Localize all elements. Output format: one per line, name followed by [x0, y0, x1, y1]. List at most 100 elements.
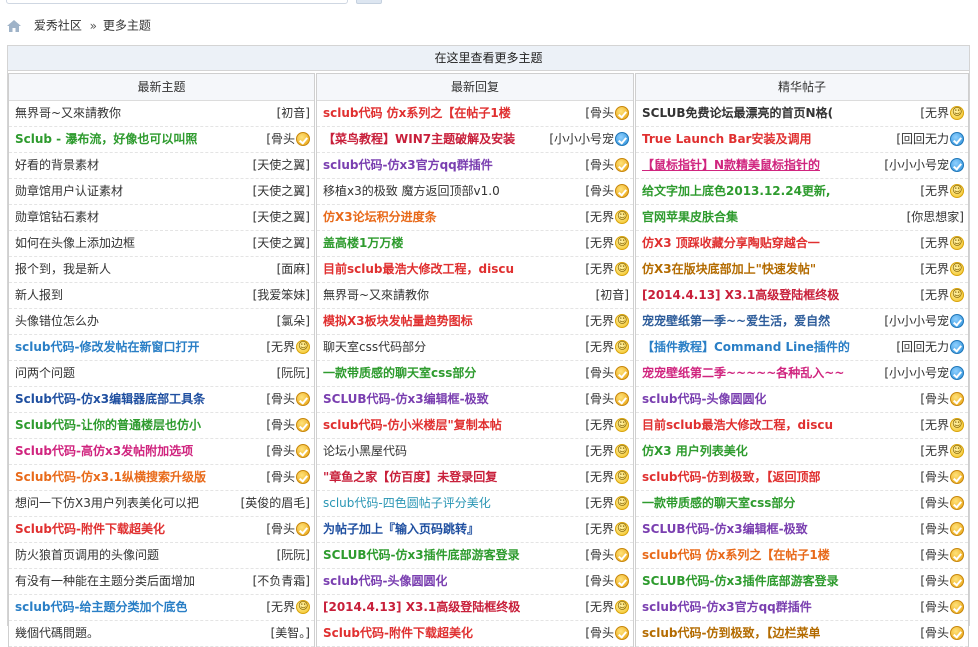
- topic-title-link[interactable]: 宠宠壁纸第一季~~爱生活，爱自然: [642, 309, 830, 334]
- author-link[interactable]: [初音]: [277, 106, 310, 120]
- author-link[interactable]: [氯朵]: [277, 314, 310, 328]
- topic-title-link[interactable]: 【菜鸟教程】WIN7主题破解及安装: [323, 127, 515, 152]
- topic-title-link[interactable]: SCLUB代码-仿x3编辑框-极致: [642, 517, 808, 542]
- author-link[interactable]: [你思想家]: [907, 210, 964, 224]
- author-link[interactable]: [骨头: [585, 392, 614, 406]
- topic-title-link[interactable]: 【鼠标指针】N款精美鼠标指针的: [642, 153, 820, 178]
- author-link[interactable]: [阮阮]: [277, 366, 310, 380]
- topic-title-link[interactable]: 一款带质感的聊天室css部分: [323, 361, 476, 386]
- author-link[interactable]: [我爱笨妹]: [253, 288, 310, 302]
- topic-title-link[interactable]: sclub代码 仿x系列之【在帖子1楼: [642, 543, 830, 568]
- author-link[interactable]: [无界: [266, 600, 295, 614]
- author-link[interactable]: [无界: [585, 210, 614, 224]
- author-link[interactable]: [骨头: [585, 106, 614, 120]
- author-link[interactable]: [无界: [585, 418, 614, 432]
- author-link[interactable]: [面麻]: [277, 262, 310, 276]
- topic-title-link[interactable]: SCLUB免费论坛最漂亮的首页N格(: [642, 101, 833, 126]
- author-link[interactable]: [无界: [585, 444, 614, 458]
- author-link[interactable]: [骨头: [585, 548, 614, 562]
- author-link[interactable]: [骨头: [920, 626, 949, 640]
- author-link[interactable]: [骨头: [920, 548, 949, 562]
- topic-title-link[interactable]: SCLUB代码-仿x3插件底部游客登录: [642, 569, 839, 594]
- topic-title-link[interactable]: 如何在头像上添加边框: [15, 231, 135, 256]
- author-link[interactable]: [回回无力: [896, 132, 949, 146]
- topic-title-link[interactable]: sclub代码-修改发帖在新窗口打开: [15, 335, 199, 360]
- author-link[interactable]: [无界: [920, 288, 949, 302]
- author-link[interactable]: [美智。]: [271, 626, 310, 640]
- author-link[interactable]: [小小小号宠: [884, 366, 949, 380]
- author-link[interactable]: [骨头: [920, 470, 949, 484]
- topic-title-link[interactable]: 勋章馆钻石素材: [15, 205, 99, 230]
- author-link[interactable]: [不负青霜]: [253, 574, 310, 588]
- author-link[interactable]: [骨头: [266, 444, 295, 458]
- author-link[interactable]: [骨头: [266, 132, 295, 146]
- author-link[interactable]: [无界: [920, 262, 949, 276]
- topic-title-link[interactable]: 防火狼首页调用的头像问题: [15, 543, 159, 568]
- topic-title-link[interactable]: sclub代码-仿x3官方qq群插件: [642, 595, 812, 620]
- topic-title-link[interactable]: sclub代码-给主题分类加个底色: [15, 595, 187, 620]
- author-link[interactable]: [无界: [585, 496, 614, 510]
- topic-title-link[interactable]: 想问一下仿X3用户列表美化可以把: [15, 491, 199, 516]
- author-link[interactable]: [初音]: [596, 288, 629, 302]
- topic-title-link[interactable]: Sclub - 瀑布流，好像也可以叫照: [15, 127, 197, 152]
- topic-title-link[interactable]: 聊天室css代码部分: [323, 335, 426, 360]
- topic-title-link[interactable]: 無界哥~又來請教你: [15, 101, 121, 126]
- topic-title-link[interactable]: 仿X3在版块底部加上"快速发帖": [642, 257, 816, 282]
- topic-title-link[interactable]: 仿X3 用户列表美化: [642, 439, 748, 464]
- author-link[interactable]: [无界: [585, 314, 614, 328]
- author-link[interactable]: [无界: [920, 184, 949, 198]
- author-link[interactable]: [小小小号宠: [884, 158, 949, 172]
- author-link[interactable]: [无界: [920, 418, 949, 432]
- topic-title-link[interactable]: 模拟X3板块发帖量趋势图标: [323, 309, 473, 334]
- topic-title-link[interactable]: 一款带质感的聊天室css部分: [642, 491, 795, 516]
- topic-title-link[interactable]: 幾個代碼問題。: [15, 621, 99, 646]
- topic-title-link[interactable]: [2014.4.13] X3.1高级登陆框终极: [323, 595, 520, 620]
- author-link[interactable]: [骨头: [920, 496, 949, 510]
- topic-title-link[interactable]: 仿X3论坛积分进度条: [323, 205, 437, 230]
- author-link[interactable]: [骨头: [266, 418, 295, 432]
- topic-title-link[interactable]: 有没有一种能在主题分类后面增加: [15, 569, 195, 594]
- author-link[interactable]: [骨头: [920, 392, 949, 406]
- author-link[interactable]: [骨头: [266, 522, 295, 536]
- topic-title-link[interactable]: 目前sclub最浩大修改工程，discu: [642, 413, 833, 438]
- topic-title-link[interactable]: 盖高楼1万万楼: [323, 231, 403, 256]
- author-link[interactable]: [天使之翼]: [253, 210, 310, 224]
- topic-title-link[interactable]: sclub代码-仿小米楼层"复制本帖: [323, 413, 502, 438]
- home-icon[interactable]: [6, 19, 22, 33]
- author-link[interactable]: [无界: [585, 522, 614, 536]
- topic-title-link[interactable]: sclub代码 仿x系列之【在帖子1楼: [323, 101, 511, 126]
- topic-title-link[interactable]: Sclub代码-仿x3.1纵横搜索升级版: [15, 465, 206, 490]
- topic-title-link[interactable]: Sclub代码-附件下载超美化: [323, 621, 473, 646]
- topic-title-link[interactable]: Sclub代码-让你的普通楼层也仿小: [15, 413, 201, 438]
- topic-title-link[interactable]: 报个到，我是新人: [15, 257, 111, 282]
- topic-title-link[interactable]: sclub代码-仿到极致，【返回顶部: [642, 465, 820, 490]
- breadcrumb-site-link[interactable]: 爱秀社区: [34, 19, 82, 33]
- author-link[interactable]: [天使之翼]: [253, 236, 310, 250]
- author-link[interactable]: [骨头: [585, 574, 614, 588]
- topic-title-link[interactable]: 为帖子加上『输入页码跳转』: [323, 517, 479, 542]
- topic-title-link[interactable]: 【插件教程】Command Line插件的: [642, 335, 850, 360]
- author-link[interactable]: [天使之翼]: [253, 158, 310, 172]
- topic-title-link[interactable]: sclub代码-头像圆圆化: [642, 387, 766, 412]
- topic-title-link[interactable]: sclub代码-仿到极致，【边栏菜单: [642, 621, 820, 646]
- author-link[interactable]: [无界: [585, 236, 614, 250]
- author-link[interactable]: [英俊的眉毛]: [241, 496, 310, 510]
- author-link[interactable]: [无界: [585, 340, 614, 354]
- author-link[interactable]: [无界: [585, 262, 614, 276]
- topic-title-link[interactable]: 宠宠壁纸第二季~~~~~各种乱入~~: [642, 361, 844, 386]
- author-link[interactable]: [骨头: [920, 574, 949, 588]
- author-link[interactable]: [无界: [585, 470, 614, 484]
- topic-title-link[interactable]: 官网苹果皮肤合集: [642, 205, 738, 230]
- topic-title-link[interactable]: Sclub代码-仿x3编辑器底部工具条: [15, 387, 205, 412]
- topic-title-link[interactable]: 移植x3的极致 魔方返回顶部v1.0: [323, 179, 500, 204]
- author-link[interactable]: [骨头: [585, 366, 614, 380]
- topic-title-link[interactable]: 目前sclub最浩大修改工程，discu: [323, 257, 514, 282]
- author-link[interactable]: [骨头: [585, 158, 614, 172]
- topic-title-link[interactable]: sclub代码-仿x3官方qq群插件: [323, 153, 493, 178]
- search-button[interactable]: [356, 0, 382, 4]
- topic-title-link[interactable]: 好看的背景素材: [15, 153, 99, 178]
- author-link[interactable]: [骨头: [920, 600, 949, 614]
- author-link[interactable]: [阮阮]: [277, 548, 310, 562]
- topic-title-link[interactable]: 仿X3 顶踩收藏分享陶贴穿越合一: [642, 231, 820, 256]
- author-link[interactable]: [小小小号宠: [884, 314, 949, 328]
